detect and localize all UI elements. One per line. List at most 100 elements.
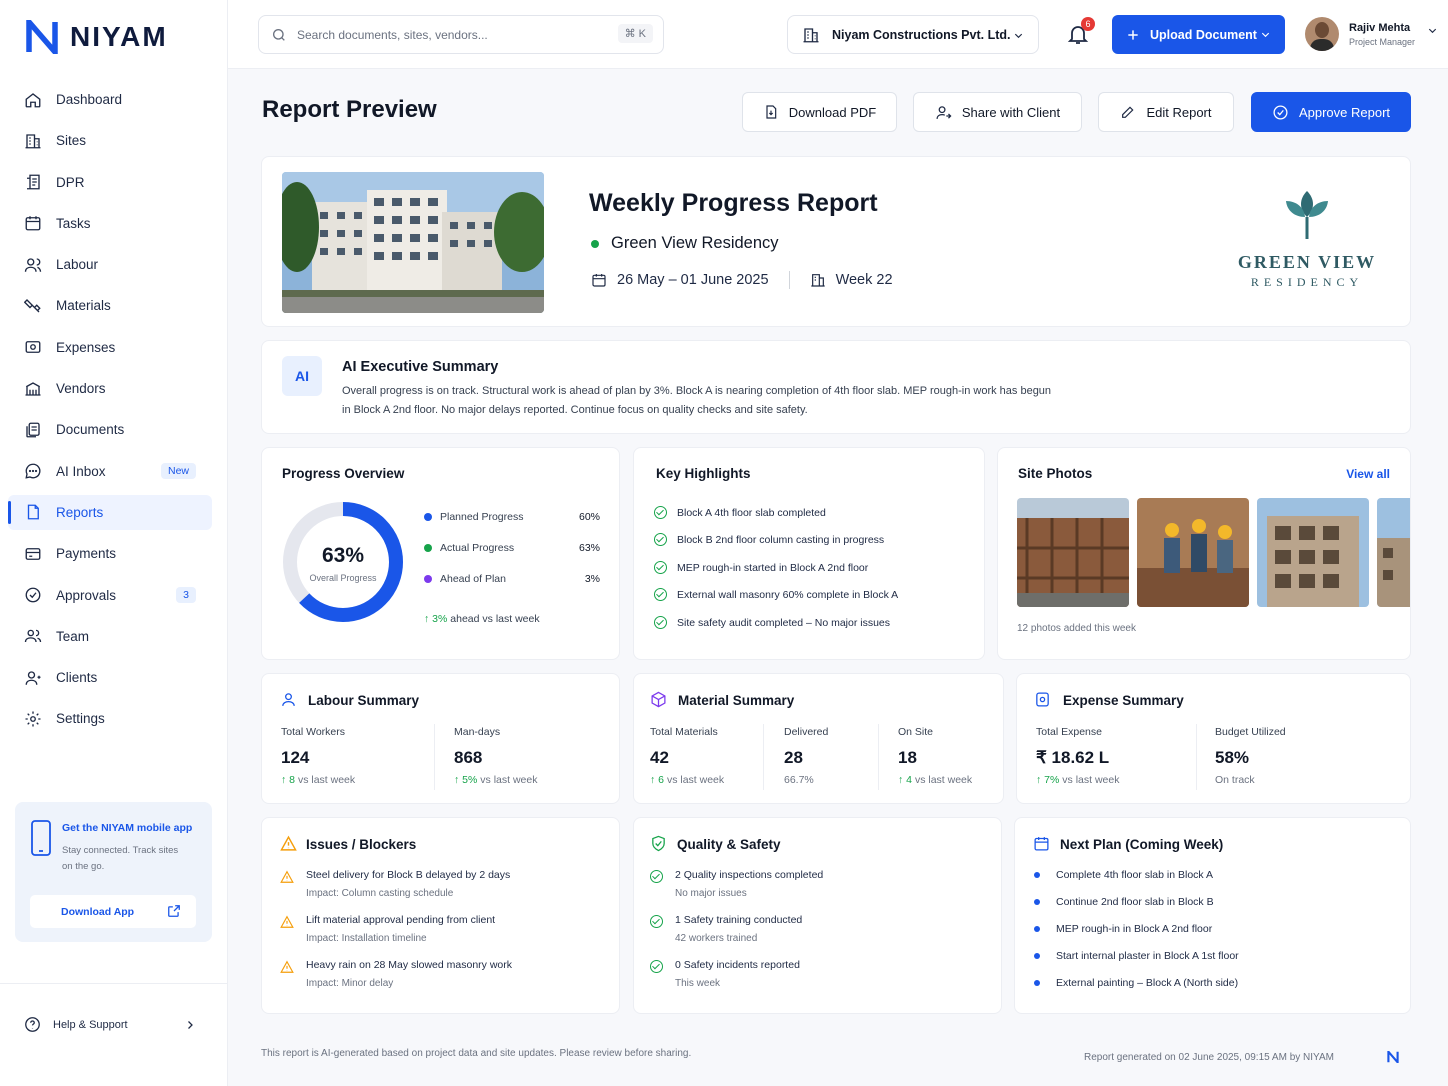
sidebar-item-label: Clients: [56, 670, 98, 686]
legend-value: 60%: [578, 511, 600, 523]
sidebar-item-labour[interactable]: Labour: [8, 247, 212, 282]
quality-sub: 42 workers trained: [675, 933, 758, 944]
site-photo[interactable]: [1137, 498, 1249, 607]
quality-item: 2 Quality inspections completed No major …: [675, 869, 823, 899]
quality-item: 1 Safety training conducted 42 workers tr…: [675, 914, 802, 944]
check-circle-icon: [1273, 104, 1288, 120]
trend-text: vs last week: [666, 774, 725, 786]
company-selector[interactable]: Niyam Constructions Pvt. Ltd.: [787, 15, 1039, 54]
sidebar-item-settings[interactable]: Settings: [8, 701, 212, 736]
highlight-item: MEP rough-in started in Block A 2nd floo…: [654, 561, 868, 574]
expense-title: Expense Summary: [1063, 693, 1184, 708]
check-circle-icon: [25, 587, 41, 603]
arrow-up-icon: ↑: [898, 774, 907, 786]
sidebar-item-clients[interactable]: Clients: [8, 660, 212, 695]
download-app-button[interactable]: Download App: [30, 895, 196, 928]
wallet-icon: [1036, 692, 1049, 707]
highlight-text: Site safety audit completed – No major i…: [677, 616, 891, 629]
team-icon: [24, 630, 42, 643]
site-photo[interactable]: [1017, 498, 1129, 607]
dpr-icon: [27, 174, 40, 190]
sidebar-item-vendors[interactable]: Vendors: [8, 371, 212, 406]
building-icon: [25, 134, 41, 149]
warning-icon: [280, 960, 294, 973]
meta-divider: [788, 271, 790, 289]
promo-title: Get the NIYAM mobile app: [62, 822, 193, 834]
sidebar-item-sites[interactable]: Sites: [8, 123, 212, 158]
mandays-trend: ↑ 5% vs last week: [454, 774, 537, 786]
sidebar-item-materials[interactable]: Materials: [8, 288, 212, 323]
sidebar-item-ai-inbox[interactable]: AI Inbox New: [8, 454, 212, 489]
legend-value: 3%: [584, 573, 600, 585]
sidebar-item-documents[interactable]: Documents: [8, 412, 212, 447]
expenses-icon: [25, 341, 41, 354]
site-photo[interactable]: [1377, 498, 1410, 607]
legend-dot: [424, 544, 432, 552]
stat-divider: [434, 724, 435, 790]
issue-text: Lift material approval pending from clie…: [306, 914, 496, 926]
sidebar-item-label: DPR: [56, 174, 85, 190]
delivered-label: Delivered: [784, 726, 829, 738]
site-photo[interactable]: [1257, 498, 1369, 607]
check-icon: [654, 533, 667, 546]
sidebar-item-label: Documents: [56, 422, 125, 438]
sidebar-item-label: Team: [56, 628, 90, 644]
brand-logo[interactable]: NIYAM: [26, 20, 168, 54]
trend-text: vs last week: [480, 774, 538, 786]
highlight-text: Block A 4th floor slab completed: [677, 506, 826, 519]
sidebar-item-payments[interactable]: Payments: [8, 536, 212, 571]
share-client-label: Share with Client: [961, 104, 1061, 120]
company-name: Niyam Constructions Pvt. Ltd.: [832, 27, 1011, 42]
issue-item: Steel delivery for Block B delayed by 2 …: [306, 869, 510, 899]
trend-value: 5%: [462, 774, 478, 786]
key-highlights-card: Key Highlights Block A 4th floor slab co…: [633, 447, 985, 660]
leaf-logo-icon: [1286, 191, 1328, 239]
legend-actual: Actual Progress 63%: [424, 542, 600, 554]
plan-item: External painting – Block A (North side): [1034, 977, 1238, 989]
mobile-app-promo: Get the NIYAM mobile app Stay connected.…: [15, 802, 212, 942]
sidebar-item-expenses[interactable]: Expenses: [8, 330, 212, 365]
sidebar-item-reports[interactable]: Reports: [8, 494, 212, 530]
sidebar-nav: Dashboard Sites DPR Tasks Labour Materia…: [8, 82, 212, 743]
edit-report-button[interactable]: Edit Report: [1098, 92, 1234, 132]
page-title: Report Preview: [262, 96, 437, 123]
download-app-label: Download App: [61, 905, 135, 918]
sidebar-item-dpr[interactable]: DPR: [8, 165, 212, 200]
upload-document-button[interactable]: Upload Document: [1112, 15, 1285, 54]
edit-report-label: Edit Report: [1146, 104, 1212, 120]
sidebar-item-approvals[interactable]: Approvals 3: [8, 578, 212, 613]
labour-icon: [24, 258, 42, 272]
view-all-link[interactable]: View all: [1346, 467, 1390, 481]
user-menu[interactable]: Rajiv Mehta Project Manager: [1305, 17, 1438, 51]
issue-item: Lift material approval pending from clie…: [306, 914, 495, 944]
approve-report-button[interactable]: Approve Report: [1251, 92, 1411, 132]
search-input[interactable]: Search documents, sites, vendors... ⌘ K: [258, 15, 664, 54]
materials-total-trend: ↑ 6 vs last week: [650, 774, 724, 786]
card-icon: [25, 547, 41, 560]
next-plan-card: Next Plan (Coming Week) Complete 4th flo…: [1014, 817, 1411, 1014]
help-support-link[interactable]: Help & Support: [24, 1016, 196, 1033]
issue-text: Heavy rain on 28 May slowed masonry work: [306, 959, 513, 971]
sidebar-item-dashboard[interactable]: Dashboard: [8, 82, 212, 117]
gear-icon: [25, 711, 41, 727]
sidebar-item-tasks[interactable]: Tasks: [8, 206, 212, 241]
onsite-value: 18: [898, 748, 917, 767]
issue-impact: Impact: Installation timeline: [306, 933, 427, 944]
plus-icon: [1128, 29, 1138, 40]
mandays-label: Man-days: [454, 726, 501, 738]
plan-text: Complete 4th floor slab in Block A: [1056, 869, 1213, 881]
expense-summary-card: Expense Summary Total Expense ₹ 18.62 L …: [1016, 673, 1411, 804]
sidebar-item-team[interactable]: Team: [8, 619, 212, 654]
plan-item: Complete 4th floor slab in Block A: [1034, 869, 1213, 881]
share-client-button[interactable]: Share with Client: [913, 92, 1082, 132]
report-header-card: Weekly Progress Report Green View Reside…: [261, 156, 1411, 327]
legend-label: Ahead of Plan: [440, 573, 506, 585]
sidebar-item-label: Settings: [56, 711, 105, 727]
sidebar-divider: [0, 983, 227, 984]
check-icon: [654, 506, 667, 519]
user-name: Rajiv Mehta: [1349, 21, 1411, 34]
progress-label: Overall Progress: [309, 573, 377, 583]
download-pdf-button[interactable]: Download PDF: [742, 92, 897, 132]
arrow-up-icon: ↑: [454, 774, 463, 786]
report-week: Week 22: [835, 272, 893, 288]
